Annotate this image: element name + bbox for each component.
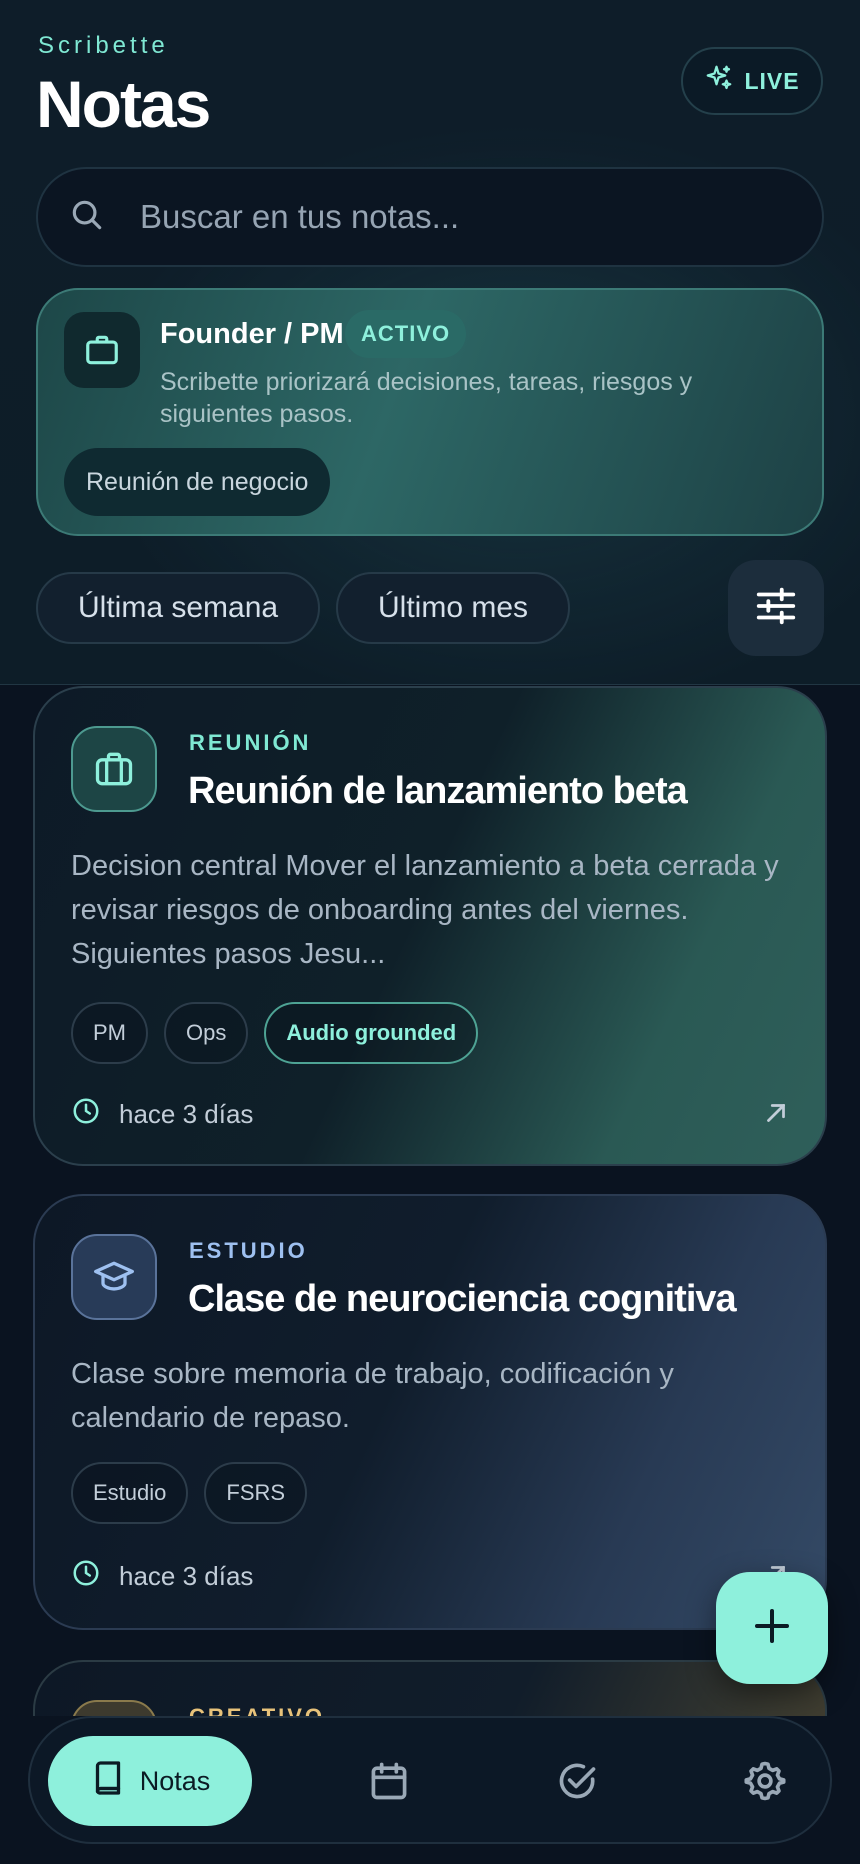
profile-title: Founder / PM — [160, 318, 344, 350]
bottom-nav: Notas — [28, 1716, 832, 1844]
search-input[interactable] — [140, 198, 780, 236]
note-card[interactable]: REUNIÓN Reunión de lanzamiento beta Deci… — [33, 686, 827, 1166]
filter-settings-button[interactable] — [728, 560, 824, 656]
note-title: Reunión de lanzamiento beta — [188, 770, 688, 812]
tag[interactable]: Ops — [164, 1002, 249, 1064]
arrow-up-right-icon[interactable] — [761, 1098, 791, 1128]
check-circle-icon[interactable] — [554, 1758, 600, 1804]
status-badge: ACTIVO — [345, 310, 467, 358]
clock-icon — [71, 1096, 101, 1133]
app-brand: Scribette — [38, 32, 169, 59]
note-timestamp: hace 3 días — [71, 1096, 253, 1133]
gear-icon[interactable] — [742, 1758, 788, 1804]
note-tags: Estudio FSRS — [71, 1462, 308, 1524]
tag[interactable]: Audio grounded — [264, 1002, 479, 1064]
graduation-cap-icon — [71, 1234, 157, 1320]
briefcase-icon — [64, 312, 140, 388]
profile-description: Scribette priorizará decisiones, tareas,… — [160, 368, 693, 428]
active-profile-card[interactable]: Founder / PM ACTIVO Scribette priorizará… — [36, 288, 824, 536]
nav-notas-label: Notas — [139, 1765, 211, 1796]
clock-icon — [71, 1558, 101, 1595]
live-label: LIVE — [744, 67, 800, 94]
note-tags: PM Ops Audio grounded — [71, 1002, 479, 1064]
briefcase-icon — [71, 726, 157, 812]
profile-context-chip[interactable]: Reunión de negocio — [64, 448, 331, 516]
live-button[interactable]: LIVE — [681, 47, 823, 115]
note-category: ESTUDIO — [189, 1238, 308, 1263]
note-title: Clase de neurociencia cognitiva — [188, 1278, 737, 1320]
plus-icon — [752, 1606, 792, 1651]
header-area: Scribette Notas LIVE Founder / PM ACT — [0, 0, 860, 685]
note-time-label: hace 3 días — [119, 1099, 254, 1129]
note-card[interactable]: ESTUDIO Clase de neurociencia cognitiva … — [33, 1194, 827, 1630]
filter-chip-last-month[interactable]: Último mes — [336, 572, 571, 644]
note-description: Clase sobre memoria de trabajo, codifica… — [71, 1358, 674, 1434]
note-time-label: hace 3 días — [119, 1561, 254, 1591]
sliders-icon — [753, 583, 799, 634]
search-icon — [68, 196, 106, 239]
add-note-button[interactable] — [716, 1572, 828, 1684]
sparkle-icon — [704, 63, 734, 99]
tag[interactable]: PM — [71, 1002, 148, 1064]
page-title: Notas — [36, 67, 211, 141]
search-bar[interactable] — [36, 167, 824, 267]
book-icon — [90, 1760, 126, 1803]
nav-item-notas[interactable]: Notas — [48, 1736, 252, 1826]
tag[interactable]: FSRS — [204, 1462, 308, 1524]
note-category: REUNIÓN — [189, 730, 312, 755]
filter-chip-last-week[interactable]: Última semana — [36, 572, 321, 644]
calendar-icon[interactable] — [366, 1758, 412, 1804]
note-description: Decision central Mover el lanzamiento a … — [71, 850, 779, 970]
note-timestamp: hace 3 días — [71, 1558, 253, 1595]
tag[interactable]: Estudio — [71, 1462, 189, 1524]
